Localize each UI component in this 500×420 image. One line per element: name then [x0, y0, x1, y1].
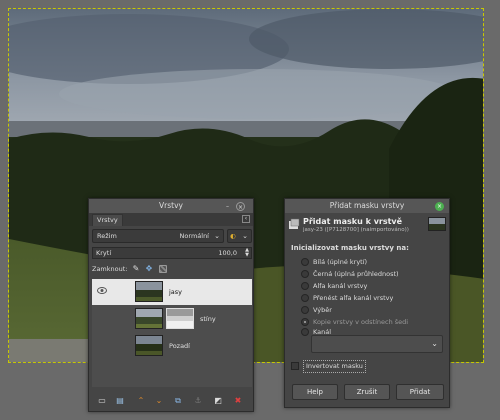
help-button[interactable]: Help [292, 384, 338, 400]
opacity-label: Krytí [96, 249, 112, 257]
composite-mode-select[interactable]: ◐ ⌄ [227, 229, 252, 243]
init-label: Inicializovat masku vrstvy na: [291, 244, 409, 252]
invert-mask-label: Invertovat masku [303, 360, 366, 373]
lock-alpha-icon[interactable] [158, 265, 167, 273]
lock-position-icon[interactable]: ✥ [146, 265, 154, 273]
radio-label: Přenést alfa kanál vrstvy [313, 294, 394, 302]
visibility-eye-icon[interactable] [97, 287, 107, 294]
composite-icon: ◐ [230, 232, 236, 240]
close-icon[interactable]: × [435, 202, 444, 211]
lower-layer-icon[interactable]: ⌄ [154, 396, 164, 406]
mask-header: Přidat masku k vrstvě jasy-23 ([P7128700… [285, 213, 449, 237]
radio-dot[interactable] [301, 328, 309, 336]
layer-thumbnail [135, 281, 163, 302]
chevron-down-icon: ⌄ [214, 232, 220, 240]
layers-toolbar: ▭ ▤ ⌃ ⌄ ⧉ ⚓ ◩ ✖ [89, 391, 253, 411]
raise-layer-icon[interactable]: ⌃ [136, 396, 146, 406]
tab-menu-icon[interactable]: ‹ [242, 215, 250, 223]
channel-select[interactable]: ⌄ [311, 335, 443, 353]
anchor-layer-icon[interactable]: ⚓ [193, 396, 203, 406]
lock-pixels-icon[interactable]: ✎ [133, 265, 141, 273]
layer-name[interactable]: stíny [200, 315, 216, 323]
tab-layers[interactable]: Vrstvy [92, 214, 123, 226]
radio-label: Kopie vrstvy v odstínech šedi [313, 318, 409, 326]
dock-tab-bar: Vrstvy ‹ [89, 213, 253, 226]
layer-row[interactable]: stíny [92, 306, 252, 332]
layers-list: jasy stíny Pozadí [92, 279, 252, 387]
layers-titlebar[interactable]: Vrstvy – × [89, 199, 253, 213]
checkbox-box[interactable] [291, 362, 299, 370]
mode-value: Normální [179, 232, 209, 240]
layer-mask-thumbnail[interactable] [166, 308, 194, 329]
radio-label: Alfa kanál vrstvy [313, 282, 368, 290]
radio-label: Výběr [313, 306, 332, 314]
radio-dot[interactable] [301, 306, 309, 314]
radio-dot[interactable] [301, 282, 309, 290]
mode-select[interactable]: Režim Normální ⌄ [92, 229, 224, 243]
layer-row[interactable]: Pozadí [92, 333, 252, 359]
delete-layer-icon[interactable]: ✖ [233, 396, 243, 406]
spin-arrows-icon[interactable]: ▲ ▼ [245, 248, 249, 258]
radio-dot[interactable] [301, 258, 309, 266]
mask-subheading: jasy-23 ([P7128700] (naimportováno)) [303, 227, 409, 233]
layer-row[interactable]: jasy [92, 279, 252, 305]
mask-titlebar[interactable]: Přidat masku vrstvy × [285, 199, 449, 213]
mode-row: Režim Normální ⌄ ◐ ⌄ [92, 229, 252, 243]
add-mask-dialog[interactable]: Přidat masku vrstvy × Přidat masku k vrs… [284, 198, 450, 408]
radio-label: Bílá (úplné krytí) [313, 258, 368, 266]
chevron-down-icon: ⌄ [431, 339, 438, 348]
mask-layer-preview [428, 217, 446, 231]
layer-mask-icon [289, 218, 300, 229]
close-icon[interactable]: × [236, 202, 245, 211]
new-layer-icon[interactable]: ▭ [97, 396, 107, 406]
minimize-icon[interactable]: – [223, 202, 232, 211]
layer-thumbnail [135, 335, 163, 356]
lock-row: Zamknout: ✎ ✥ [92, 263, 167, 275]
lock-label: Zamknout: [92, 265, 128, 273]
opacity-spinner[interactable]: Krytí 100,0 ▲ ▼ [92, 247, 252, 259]
opacity-value: 100,0 [218, 249, 237, 257]
mode-label: Režim [97, 232, 117, 240]
duplicate-layer-icon[interactable]: ⧉ [173, 396, 183, 406]
layer-name[interactable]: Pozadí [169, 342, 190, 350]
radio-dot[interactable] [301, 270, 309, 278]
add-mask-icon[interactable]: ◩ [213, 396, 223, 406]
radio-label: Černá (úplná průhlednost) [313, 270, 399, 278]
radio-dot[interactable] [301, 318, 309, 326]
mask-window-title: Přidat masku vrstvy [329, 201, 405, 210]
cancel-button[interactable]: Zrušit [344, 384, 390, 400]
add-button[interactable]: Přidat [396, 384, 444, 400]
mask-heading: Přidat masku k vrstvě [303, 217, 403, 226]
layers-dialog[interactable]: Vrstvy – × Vrstvy ‹ Režim Normální ⌄ ◐ ⌄… [88, 198, 254, 412]
new-layer-group-icon[interactable]: ▤ [115, 396, 125, 406]
layer-name[interactable]: jasy [169, 288, 182, 296]
layer-thumbnail [135, 308, 163, 329]
chevron-down-icon: ⌄ [242, 232, 248, 240]
radio-dot[interactable] [301, 294, 309, 302]
layers-title: Vrstvy [159, 201, 183, 210]
